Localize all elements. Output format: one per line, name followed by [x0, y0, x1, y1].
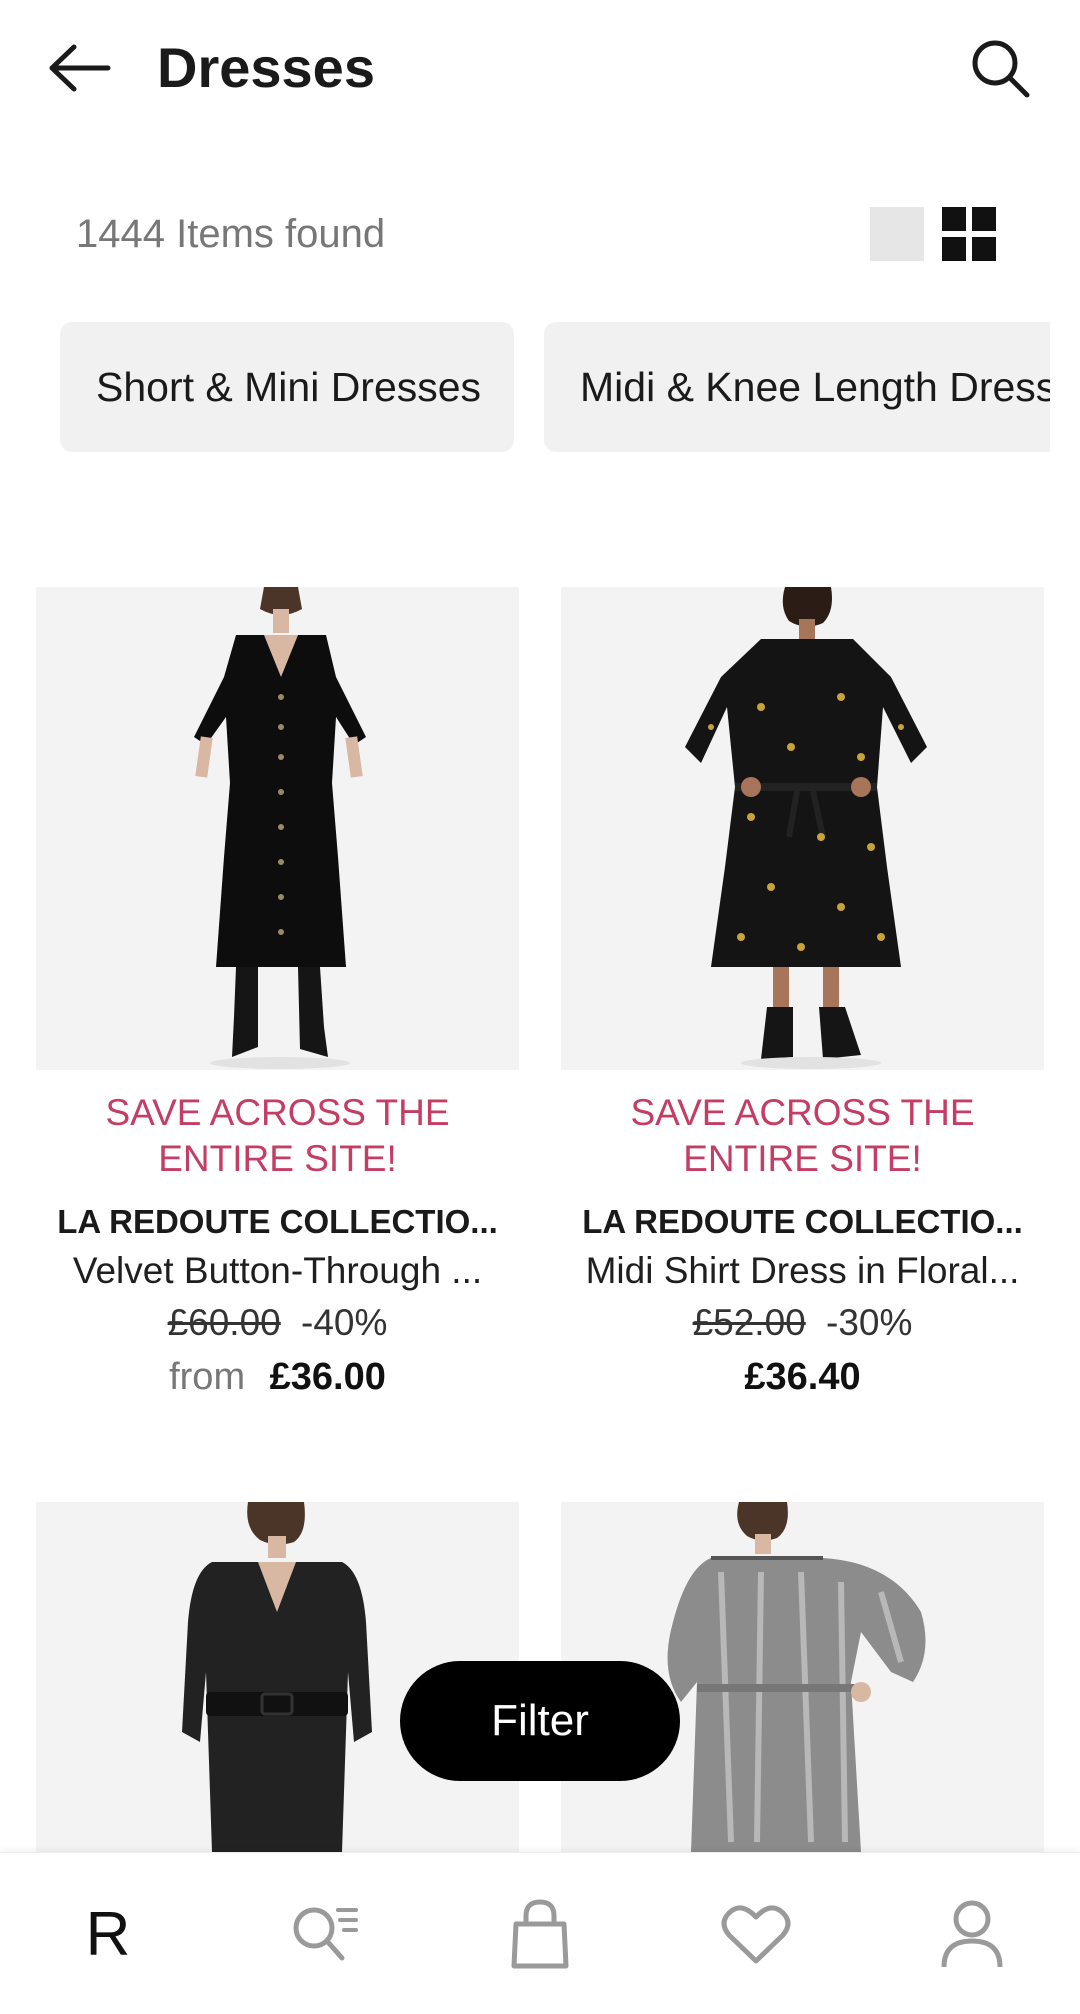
app-screen: Dresses 1444 Items found Short & Mini Dr…	[0, 0, 1080, 2014]
grid-view-icon	[942, 207, 966, 231]
bottom-navigation: R	[0, 1852, 1080, 2014]
product-name: Velvet Button-Through ...	[72, 1250, 483, 1291]
sale-price: £36.40	[744, 1356, 861, 1398]
original-price-row: £52.00 -30%	[561, 1296, 1044, 1350]
page-title: Dresses	[157, 36, 375, 99]
back-button[interactable]	[40, 30, 120, 106]
shopping-bag-icon	[511, 1899, 569, 1969]
product-image[interactable]	[36, 587, 519, 1070]
original-price: £60.00	[167, 1302, 281, 1343]
category-chips: Short & Mini Dresses Midi & Knee Length …	[60, 322, 1050, 452]
from-label: from	[169, 1356, 246, 1398]
velvet-dress-image	[36, 587, 519, 1070]
profile-icon	[941, 1900, 1003, 1968]
discount-percent: -40%	[301, 1302, 388, 1343]
sale-price: £36.00	[269, 1356, 386, 1398]
grid-view-toggle[interactable]	[942, 207, 996, 261]
product-brand: LA REDOUTE COLLECTIO...	[57, 1203, 498, 1240]
home-logo-icon: R	[85, 1899, 131, 1969]
original-price: £52.00	[692, 1302, 806, 1343]
arrow-left-icon	[49, 44, 111, 92]
product-image[interactable]	[561, 587, 1044, 1070]
product-brand: LA REDOUTE COLLECTIO...	[582, 1203, 1023, 1240]
original-price-row: £60.00 -40%	[36, 1296, 519, 1350]
nav-account[interactable]	[864, 1853, 1080, 2014]
single-view-toggle[interactable]	[870, 207, 924, 261]
product-name: Midi Shirt Dress in Floral...	[585, 1250, 1020, 1291]
nav-home[interactable]: R	[0, 1853, 216, 2014]
chip-short-mini-dresses[interactable]: Short & Mini Dresses	[60, 322, 514, 452]
product-info: SAVE ACROSS THE ENTIRE SITE! LA REDOUTE …	[561, 1090, 1044, 1404]
product-card[interactable]: SAVE ACROSS THE ENTIRE SITE! LA REDOUTE …	[561, 587, 1044, 1404]
product-info: SAVE ACROSS THE ENTIRE SITE! LA REDOUTE …	[36, 1090, 519, 1404]
top-app-bar: Dresses	[0, 0, 1080, 140]
results-count: 1444 Items found	[76, 212, 386, 256]
product-card[interactable]: SAVE ACROSS THE ENTIRE SITE! LA REDOUTE …	[36, 587, 519, 1404]
search-categories-icon	[293, 1907, 358, 1961]
sale-price-row: from £36.00	[36, 1350, 519, 1404]
discount-percent: -30%	[826, 1302, 913, 1343]
nav-wishlist[interactable]	[648, 1853, 864, 2014]
filter-button[interactable]: Filter	[400, 1661, 680, 1781]
search-button[interactable]	[960, 30, 1040, 106]
promo-label: SAVE ACROSS THE ENTIRE SITE!	[105, 1092, 450, 1179]
floral-shirt-dress-image	[561, 587, 1044, 1070]
search-icon	[972, 40, 1030, 98]
chip-midi-knee-length-dresses[interactable]: Midi & Knee Length Dresses	[544, 322, 1050, 452]
heart-icon	[721, 1905, 791, 1964]
results-bar: 1444 Items found	[0, 195, 1080, 275]
nav-bag[interactable]	[432, 1853, 648, 2014]
nav-categories[interactable]	[216, 1853, 432, 2014]
sale-price-row: £36.40	[561, 1350, 1044, 1404]
promo-label: SAVE ACROSS THE ENTIRE SITE!	[630, 1092, 975, 1179]
